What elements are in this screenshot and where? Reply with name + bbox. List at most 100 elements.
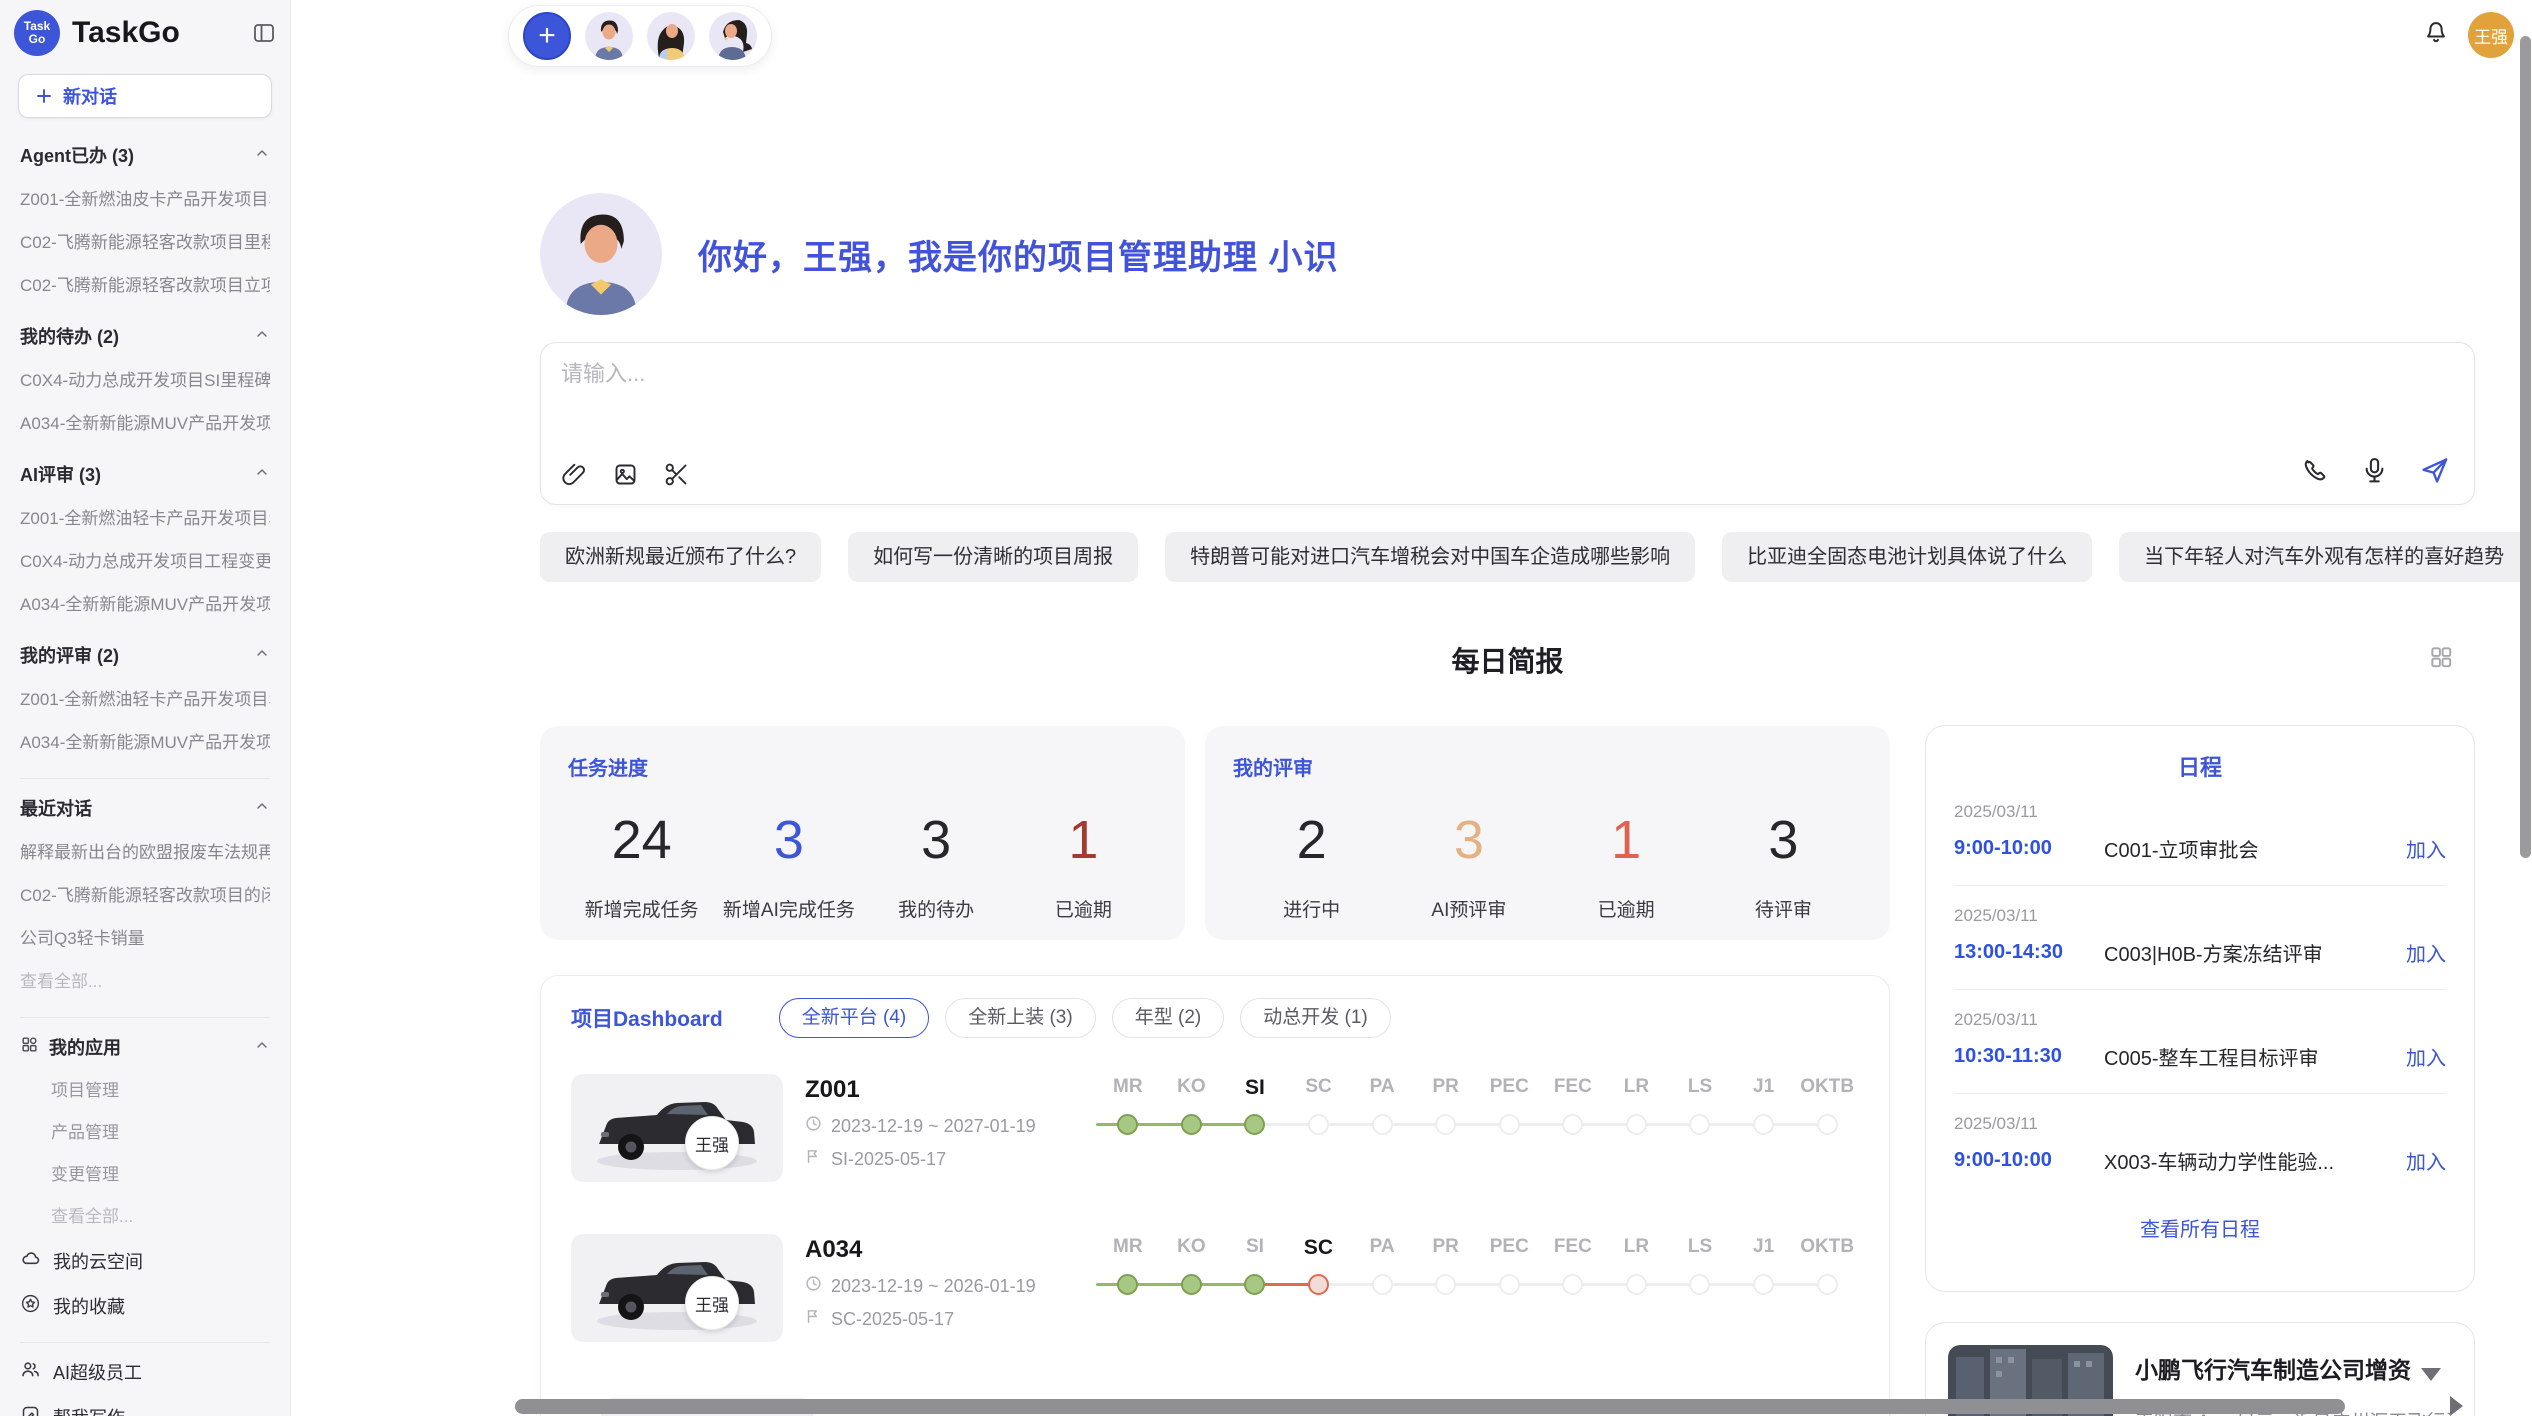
suggestion-chip[interactable]: 欧洲新规最近颁布了什么? bbox=[540, 532, 821, 582]
milestone-dot[interactable] bbox=[1372, 1114, 1393, 1135]
schedule-row: 13:00-14:30C003|H0B-方案冻结评审加入 bbox=[1954, 938, 2446, 967]
dashboard-tab[interactable]: 全新平台 (4) bbox=[779, 998, 930, 1038]
milestone-dot[interactable] bbox=[1817, 1114, 1838, 1135]
scroll-down-arrow[interactable] bbox=[2421, 1368, 2441, 1381]
dashboard-tab[interactable]: 年型 (2) bbox=[1112, 998, 1225, 1038]
image-icon[interactable] bbox=[612, 461, 639, 488]
new-chat-button[interactable]: 新对话 bbox=[18, 74, 272, 118]
avatar-man[interactable] bbox=[585, 12, 633, 60]
my-apps-header[interactable]: 我的应用 bbox=[20, 1024, 270, 1070]
dashboard-tab[interactable]: 全新上装 (3) bbox=[945, 998, 1096, 1038]
schedule-join-link[interactable]: 加入 bbox=[2406, 834, 2446, 863]
sidebar-collapse-icon[interactable] bbox=[252, 21, 276, 45]
milestone-cell bbox=[1223, 1100, 1287, 1148]
avatar-woman-yellow[interactable] bbox=[647, 12, 695, 60]
sidebar-section-header[interactable]: Agent已办 (3) bbox=[20, 132, 270, 178]
schedule-date: 2025/03/11 bbox=[1954, 1010, 2446, 1030]
milestone-dot[interactable] bbox=[1244, 1114, 1265, 1135]
suggestion-chip[interactable]: 比亚迪全固态电池计划具体说了什么 bbox=[1722, 532, 2092, 582]
suggestion-chip[interactable]: 当下年轻人对汽车外观有怎样的喜好趋势 bbox=[2119, 532, 2529, 582]
schedule-join-link[interactable]: 加入 bbox=[2406, 938, 2446, 967]
sidebar-item[interactable]: Z001-全新燃油皮卡产品开发项目SI节点Lesson Learn报告 bbox=[20, 178, 270, 221]
milestone-dot[interactable] bbox=[1435, 1114, 1456, 1135]
sidebar-item[interactable]: A034-全新新能源MUV产品开发项目计划变更表编写 bbox=[20, 402, 270, 445]
sidebar-section-title: Agent已办 (3) bbox=[20, 142, 134, 168]
sidebar-item-writing-helper[interactable]: 帮我写作 bbox=[20, 1394, 270, 1416]
recent-chat-item[interactable]: C02-飞腾新能源轻客改款项目的闭环通告反馈情况 bbox=[20, 874, 270, 917]
sidebar-section-header[interactable]: AI评审 (3) bbox=[20, 451, 270, 497]
sidebar-item[interactable]: C0X4-动力总成开发项目工程变更评审 bbox=[20, 540, 270, 583]
milestone-dot[interactable] bbox=[1626, 1274, 1647, 1295]
milestone-dot[interactable] bbox=[1753, 1274, 1774, 1295]
recent-section-header[interactable]: 最近对话 bbox=[20, 785, 270, 831]
phone-icon[interactable] bbox=[2301, 456, 2330, 485]
milestone-dot[interactable] bbox=[1689, 1114, 1710, 1135]
mic-icon[interactable] bbox=[2360, 456, 2389, 485]
project-image[interactable]: 王强 bbox=[571, 1234, 783, 1342]
project-code[interactable]: Z001 bbox=[805, 1076, 1060, 1104]
milestone-dot[interactable] bbox=[1753, 1114, 1774, 1135]
paperclip-icon[interactable] bbox=[561, 461, 588, 488]
milestone-dot[interactable] bbox=[1499, 1274, 1520, 1295]
scissors-icon[interactable] bbox=[663, 461, 690, 488]
project-image[interactable]: 王强 bbox=[571, 1074, 783, 1182]
sidebar-item-favorites[interactable]: 我的收藏 bbox=[20, 1283, 270, 1328]
app-item[interactable]: 变更管理 bbox=[20, 1154, 270, 1196]
chat-input[interactable] bbox=[561, 361, 1461, 387]
milestone-dot[interactable] bbox=[1117, 1114, 1138, 1135]
sidebar-section-title: 我的待办 (2) bbox=[20, 323, 119, 349]
horizontal-scrollbar[interactable] bbox=[515, 1399, 2345, 1414]
milestone-dot[interactable] bbox=[1499, 1114, 1520, 1135]
milestone-dot[interactable] bbox=[1817, 1274, 1838, 1295]
project-code[interactable]: A034 bbox=[805, 1236, 1060, 1264]
sidebar-item[interactable]: Z001-全新燃油轻卡产品开发项目SI造型提交物评审 bbox=[20, 497, 270, 540]
avatar-woman-dark[interactable] bbox=[709, 12, 757, 60]
add-session-button[interactable]: + bbox=[523, 12, 571, 60]
user-avatar[interactable]: 王强 bbox=[2468, 12, 2514, 58]
recent-chat-item[interactable]: 解释最新出台的欧盟报废车法规再生塑料比例被调至15%... bbox=[20, 831, 270, 874]
schedule-join-link[interactable]: 加入 bbox=[2406, 1042, 2446, 1071]
sidebar-section-header[interactable]: 我的待办 (2) bbox=[20, 313, 270, 359]
suggestion-chip[interactable]: 特朗普可能对进口汽车增税会对中国车企造成哪些影响 bbox=[1165, 532, 1695, 582]
sidebar-item[interactable]: A034-全新新能源MUV产品开发项目造型可行性评审 bbox=[20, 721, 270, 764]
milestone-dot[interactable] bbox=[1626, 1114, 1647, 1135]
sidebar-item-ai-employee[interactable]: AI超级员工 bbox=[20, 1349, 270, 1394]
sidebar-item[interactable]: Z001-全新燃油轻卡产品开发项目SI节点属性5D文件评审 bbox=[20, 678, 270, 721]
sidebar-item[interactable]: C02-飞腾新能源轻客改款项目立项汇报方案 bbox=[20, 264, 270, 307]
sidebar-item[interactable]: A034-全新新能源MUV产品开发项目法规符合性评审 bbox=[20, 583, 270, 626]
cloud-space-label: 我的云空间 bbox=[53, 1248, 143, 1274]
chat-input-card bbox=[540, 342, 2475, 505]
milestone-dot[interactable] bbox=[1181, 1114, 1202, 1135]
milestone-dot[interactable] bbox=[1372, 1274, 1393, 1295]
sidebar-header: Task Go TaskGo bbox=[0, 0, 290, 62]
milestone-dot[interactable] bbox=[1562, 1274, 1583, 1295]
app-item[interactable]: 项目管理 bbox=[20, 1070, 270, 1112]
milestone-dot[interactable] bbox=[1117, 1274, 1138, 1295]
sidebar-item-cloud-space[interactable]: 我的云空间 bbox=[20, 1238, 270, 1283]
stat-value: 1 bbox=[1548, 809, 1705, 871]
recent-chat-item[interactable]: 公司Q3轻卡销量 bbox=[20, 917, 270, 960]
layout-grid-icon[interactable] bbox=[2428, 644, 2454, 675]
app-item[interactable]: 产品管理 bbox=[20, 1112, 270, 1154]
milestone-dot[interactable] bbox=[1244, 1274, 1265, 1295]
milestone-dot[interactable] bbox=[1308, 1114, 1329, 1135]
milestone-dot[interactable] bbox=[1181, 1274, 1202, 1295]
milestone-dot[interactable] bbox=[1689, 1274, 1710, 1295]
suggestion-chip[interactable]: 如何写一份清晰的项目周报 bbox=[848, 532, 1138, 582]
owner-badge: 王强 bbox=[685, 1116, 739, 1170]
vertical-scrollbar[interactable] bbox=[2520, 36, 2531, 858]
bell-icon[interactable] bbox=[2422, 19, 2450, 52]
milestone-dot[interactable] bbox=[1562, 1114, 1583, 1135]
milestone-dot[interactable] bbox=[1435, 1274, 1456, 1295]
sidebar-item[interactable]: C0X4-动力总成开发项目SI里程碑提交物检查 bbox=[20, 359, 270, 402]
scroll-right-arrow[interactable] bbox=[2450, 1396, 2463, 1416]
apps-view-all[interactable]: 查看全部... bbox=[20, 1196, 270, 1238]
sidebar-section-header[interactable]: 我的评审 (2) bbox=[20, 632, 270, 678]
schedule-view-all[interactable]: 查看所有日程 bbox=[1954, 1213, 2446, 1242]
milestone-dot[interactable] bbox=[1308, 1274, 1329, 1295]
schedule-join-link[interactable]: 加入 bbox=[2406, 1146, 2446, 1175]
send-icon[interactable] bbox=[2419, 455, 2450, 486]
recent-view-all[interactable]: 查看全部... bbox=[20, 960, 270, 1003]
dashboard-tab[interactable]: 动总开发 (1) bbox=[1240, 998, 1391, 1038]
sidebar-item[interactable]: C02-飞腾新能源轻客改款项目里程碑画布 bbox=[20, 221, 270, 264]
